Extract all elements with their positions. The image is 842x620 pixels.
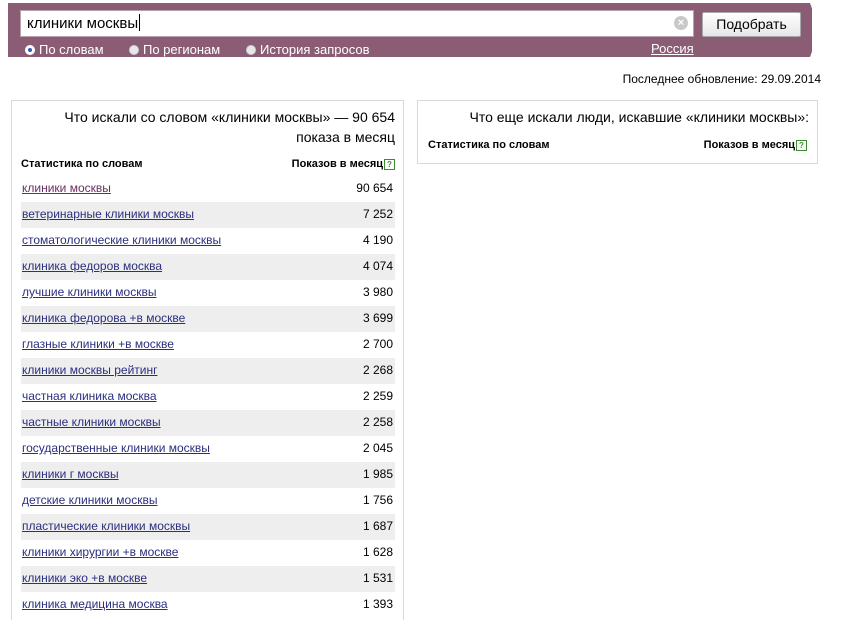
help-icon[interactable]: ?: [796, 140, 807, 151]
table-row: ветеринарные клиники москвы 7 252: [21, 202, 395, 228]
keyword-link[interactable]: частные клиники москвы: [22, 415, 161, 429]
column-header-count-label: Показов в месяц: [703, 139, 795, 151]
search-band: клиники москвы × Подобрать По словам По …: [8, 3, 812, 57]
table-row: частная клиника москва 2 259: [21, 384, 395, 410]
keyword-link[interactable]: клиники г москвы: [22, 467, 119, 481]
keyword-link[interactable]: клиники москвы рейтинг: [22, 363, 157, 377]
keyword-link[interactable]: детские клиники москвы: [22, 493, 157, 507]
keyword-link[interactable]: клиники москвы: [22, 181, 111, 195]
keyword-link[interactable]: пластические клиники москвы: [22, 519, 190, 533]
radio-dot: [25, 44, 35, 55]
impressions-count: 2 258: [362, 415, 393, 429]
impressions-count: 4 190: [362, 233, 393, 247]
keyword-link[interactable]: ветеринарные клиники москвы: [22, 207, 194, 221]
table-row: стоматологические клиники москвы 4 190: [21, 228, 395, 254]
keyword-link[interactable]: глазные клиники +в москве: [22, 337, 174, 351]
keyword-link[interactable]: клиника федорова +в москве: [22, 311, 185, 325]
impressions-count: 1 531: [362, 571, 393, 585]
clear-icon[interactable]: ×: [674, 16, 688, 30]
keyword-link[interactable]: клиники эко +в москве: [22, 571, 147, 585]
table-row: клиника федоров москва 4 074: [21, 254, 395, 280]
table-row: лучшие клиники москвы 3 980: [21, 280, 395, 306]
keyword-link[interactable]: стоматологические клиники москвы: [22, 233, 221, 247]
panel-title: Что искали со словом «клиники москвы» — …: [64, 109, 395, 145]
impressions-count: 1 628: [362, 545, 393, 559]
words-stats-panel: Что искали со словом «клиники москвы» — …: [11, 100, 404, 620]
keyword-link[interactable]: частная клиника москва: [22, 389, 157, 403]
impressions-count: 2 268: [362, 363, 393, 377]
related-queries-panel: Что еще искали люди, искавшие «клиники м…: [417, 100, 818, 164]
search-query-text: клиники москвы: [27, 15, 139, 32]
last-update: Последнее обновление: 29.09.2014: [622, 72, 821, 86]
table-row: клиники москвы 90 654: [21, 176, 395, 202]
impressions-count: 3 980: [362, 285, 393, 299]
keyword-list: клиники москвы 90 654 ветеринарные клиник…: [21, 176, 395, 618]
column-header-keyword: Статистика по словам: [428, 139, 550, 151]
table-row: глазные клиники +в москве 2 700: [21, 332, 395, 358]
table-row: клиники эко +в москве 1 531: [21, 566, 395, 592]
impressions-count: 90 654: [356, 181, 393, 195]
panel-title: Что еще искали люди, искавшие «клиники м…: [469, 109, 810, 125]
impressions-count: 1 687: [362, 519, 393, 533]
search-input[interactable]: клиники москвы: [20, 10, 694, 37]
impressions-count: 1 393: [362, 597, 393, 611]
radio-dot: [129, 44, 139, 55]
text-caret: [139, 14, 141, 31]
region-link[interactable]: Россия: [651, 41, 694, 56]
impressions-count: 2 700: [362, 337, 393, 351]
table-row: клиники г москвы 1 985: [21, 462, 395, 488]
table-row: государственные клиники москвы 2 045: [21, 436, 395, 462]
table-row: детские клиники москвы 1 756: [21, 488, 395, 514]
radio-label: По регионам: [143, 42, 221, 57]
radio-label: История запросов: [260, 42, 370, 57]
keyword-link[interactable]: государственные клиники москвы: [22, 441, 210, 455]
table-row: клиника медицина москва 1 393: [21, 592, 395, 618]
table-row: пластические клиники москвы 1 687: [21, 514, 395, 540]
radio-label: По словам: [39, 42, 104, 57]
impressions-count: 2 045: [362, 441, 393, 455]
column-header-count: Показов в месяц?: [292, 158, 395, 170]
table-row: клиника федорова +в москве 3 699: [21, 306, 395, 332]
keyword-link[interactable]: лучшие клиники москвы: [22, 285, 156, 299]
submit-button[interactable]: Подобрать: [702, 12, 801, 37]
column-header-count-label: Показов в месяц: [291, 158, 383, 170]
radio-query-history[interactable]: История запросов: [246, 42, 370, 57]
keyword-link[interactable]: клиники хирургии +в москве: [22, 545, 178, 559]
keyword-link[interactable]: клиника федоров москва: [22, 259, 162, 273]
table-row: клиники хирургии +в москве 1 628: [21, 540, 395, 566]
radio-by-regions[interactable]: По регионам: [129, 42, 220, 57]
table-row: частные клиники москвы 2 258: [21, 410, 395, 436]
impressions-count: 4 074: [362, 259, 393, 273]
table-row: клиники москвы рейтинг 2 268: [21, 358, 395, 384]
radio-by-words[interactable]: По словам: [25, 42, 104, 57]
impressions-count: 2 259: [362, 389, 393, 403]
keyword-link[interactable]: клиника медицина москва: [22, 597, 168, 611]
column-header-keyword: Статистика по словам: [21, 158, 143, 170]
help-icon[interactable]: ?: [384, 159, 395, 170]
impressions-count: 1 756: [362, 493, 393, 507]
radio-dot: [246, 44, 256, 55]
column-header-count: Показов в месяц?: [704, 139, 807, 151]
impressions-count: 1 985: [362, 467, 393, 481]
impressions-count: 7 252: [362, 207, 393, 221]
impressions-count: 3 699: [362, 311, 393, 325]
